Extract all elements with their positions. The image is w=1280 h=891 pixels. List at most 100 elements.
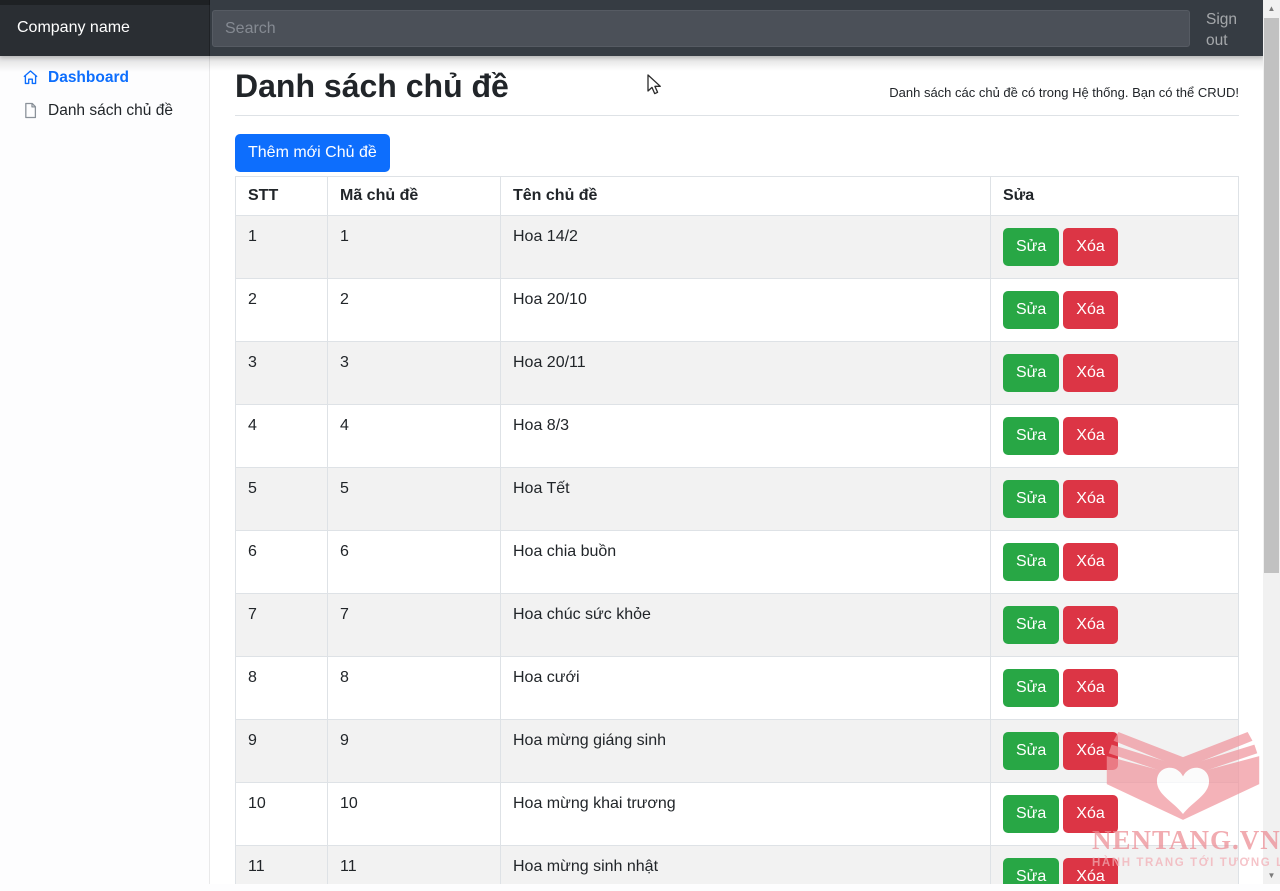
delete-button[interactable]: Xóa: [1063, 228, 1117, 266]
page-header: Danh sách chủ đề Danh sách các chủ đề có…: [235, 66, 1239, 116]
sign-out-link[interactable]: Sign out: [1206, 9, 1252, 51]
table-row: 99Hoa mừng giáng sinhSửaXóa: [236, 720, 1239, 783]
delete-button[interactable]: Xóa: [1063, 732, 1117, 770]
table-row: 66Hoa chia buồnSửaXóa: [236, 531, 1239, 594]
cell-stt: 9: [236, 720, 328, 783]
delete-button[interactable]: Xóa: [1063, 543, 1117, 581]
column-header-stt: STT: [236, 177, 328, 216]
scroll-down-icon[interactable]: ▼: [1263, 867, 1280, 884]
table-row: 33Hoa 20/11SửaXóa: [236, 342, 1239, 405]
sidebar-item-topics[interactable]: Danh sách chủ đề: [0, 94, 210, 127]
cell-name: Hoa 20/11: [501, 342, 991, 405]
cell-name: Hoa 20/10: [501, 279, 991, 342]
topics-table: STT Mã chủ đề Tên chủ đề Sửa 11Hoa 14/2S…: [235, 176, 1239, 884]
cell-stt: 6: [236, 531, 328, 594]
cell-code: 5: [328, 468, 501, 531]
delete-button[interactable]: Xóa: [1063, 795, 1117, 833]
cell-code: 4: [328, 405, 501, 468]
delete-button[interactable]: Xóa: [1063, 354, 1117, 392]
cell-name: Hoa 8/3: [501, 405, 991, 468]
edit-button[interactable]: Sửa: [1003, 354, 1059, 392]
edit-button[interactable]: Sửa: [1003, 795, 1059, 833]
cell-actions: SửaXóa: [991, 468, 1239, 531]
table-row: 1111Hoa mừng sinh nhậtSửaXóa: [236, 846, 1239, 885]
delete-button[interactable]: Xóa: [1063, 480, 1117, 518]
cell-stt: 1: [236, 216, 328, 279]
edit-button[interactable]: Sửa: [1003, 480, 1059, 518]
cell-actions: SửaXóa: [991, 405, 1239, 468]
cell-stt: 11: [236, 846, 328, 885]
edit-button[interactable]: Sửa: [1003, 228, 1059, 266]
sidebar-item-dashboard[interactable]: Dashboard: [0, 61, 210, 94]
column-header-actions: Sửa: [991, 177, 1239, 216]
cell-stt: 7: [236, 594, 328, 657]
column-header-code: Mã chủ đề: [328, 177, 501, 216]
sidebar-item-label: Danh sách chủ đề: [48, 100, 173, 121]
table-row: 88Hoa cướiSửaXóa: [236, 657, 1239, 720]
edit-button[interactable]: Sửa: [1003, 291, 1059, 329]
brand[interactable]: Company name: [0, 0, 210, 56]
cell-name: Hoa chia buồn: [501, 531, 991, 594]
cell-code: 7: [328, 594, 501, 657]
home-icon: [22, 69, 39, 86]
edit-button[interactable]: Sửa: [1003, 543, 1059, 581]
cell-name: Hoa 14/2: [501, 216, 991, 279]
cell-code: 6: [328, 531, 501, 594]
cell-actions: SửaXóa: [991, 279, 1239, 342]
cell-stt: 3: [236, 342, 328, 405]
cell-stt: 10: [236, 783, 328, 846]
cell-name: Hoa chúc sức khỏe: [501, 594, 991, 657]
delete-button[interactable]: Xóa: [1063, 417, 1117, 455]
scrollbar-thumb[interactable]: [1264, 18, 1279, 573]
edit-button[interactable]: Sửa: [1003, 417, 1059, 455]
cell-actions: SửaXóa: [991, 846, 1239, 885]
edit-button[interactable]: Sửa: [1003, 669, 1059, 707]
top-navbar: Company name Sign out: [0, 0, 1263, 56]
cell-actions: SửaXóa: [991, 783, 1239, 846]
cell-code: 11: [328, 846, 501, 885]
table-row: 44Hoa 8/3SửaXóa: [236, 405, 1239, 468]
sidebar: Dashboard Danh sách chủ đề: [0, 56, 210, 884]
cell-actions: SửaXóa: [991, 594, 1239, 657]
window-bottom-edge: [0, 884, 1280, 891]
search-input[interactable]: [212, 10, 1190, 47]
cell-actions: SửaXóa: [991, 720, 1239, 783]
cell-stt: 4: [236, 405, 328, 468]
cell-stt: 2: [236, 279, 328, 342]
table-row: 22Hoa 20/10SửaXóa: [236, 279, 1239, 342]
table-header-row: STT Mã chủ đề Tên chủ đề Sửa: [236, 177, 1239, 216]
cell-actions: SửaXóa: [991, 531, 1239, 594]
cell-code: 2: [328, 279, 501, 342]
cell-code: 8: [328, 657, 501, 720]
cell-code: 1: [328, 216, 501, 279]
cell-stt: 8: [236, 657, 328, 720]
cell-code: 10: [328, 783, 501, 846]
cell-name: Hoa cưới: [501, 657, 991, 720]
delete-button[interactable]: Xóa: [1063, 858, 1117, 884]
cell-code: 9: [328, 720, 501, 783]
add-topic-button[interactable]: Thêm mới Chủ đề: [235, 134, 390, 172]
edit-button[interactable]: Sửa: [1003, 606, 1059, 644]
table-body: 11Hoa 14/2SửaXóa22Hoa 20/10SửaXóa33Hoa 2…: [236, 216, 1239, 885]
edit-button[interactable]: Sửa: [1003, 732, 1059, 770]
sidebar-item-label: Dashboard: [48, 67, 129, 88]
delete-button[interactable]: Xóa: [1063, 669, 1117, 707]
table-row: 55Hoa TếtSửaXóa: [236, 468, 1239, 531]
table-row: 1010Hoa mừng khai trươngSửaXóa: [236, 783, 1239, 846]
cell-name: Hoa mừng sinh nhật: [501, 846, 991, 885]
delete-button[interactable]: Xóa: [1063, 606, 1117, 644]
cell-code: 3: [328, 342, 501, 405]
cell-actions: SửaXóa: [991, 342, 1239, 405]
edit-button[interactable]: Sửa: [1003, 858, 1059, 884]
column-header-name: Tên chủ đề: [501, 177, 991, 216]
cell-actions: SửaXóa: [991, 216, 1239, 279]
cell-actions: SửaXóa: [991, 657, 1239, 720]
table-row: 77Hoa chúc sức khỏeSửaXóa: [236, 594, 1239, 657]
scroll-up-icon[interactable]: ▲: [1263, 0, 1280, 17]
app-window: Company name Sign out Dashboard: [0, 0, 1280, 891]
cell-name: Hoa mừng giáng sinh: [501, 720, 991, 783]
vertical-scrollbar[interactable]: ▲ ▼: [1263, 0, 1280, 884]
delete-button[interactable]: Xóa: [1063, 291, 1117, 329]
main-content: Danh sách chủ đề Danh sách các chủ đề có…: [210, 56, 1263, 884]
cell-stt: 5: [236, 468, 328, 531]
